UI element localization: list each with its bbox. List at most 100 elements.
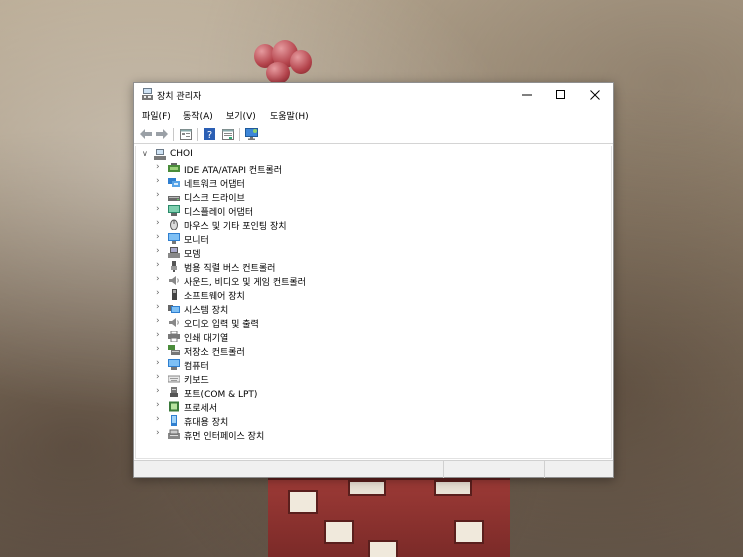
menu-action[interactable]: 동작(A) (183, 109, 213, 122)
printer-icon (168, 331, 180, 342)
back-button[interactable] (138, 127, 153, 141)
tree-item-system-devices[interactable]: › 시스템 장치 (136, 302, 536, 316)
toolbar-separator (239, 128, 240, 141)
chevron-right-icon[interactable]: › (156, 246, 160, 256)
chevron-right-icon[interactable]: › (156, 316, 160, 326)
speaker-icon (169, 276, 179, 285)
menu-view[interactable]: 보기(V) (226, 109, 256, 122)
tree-root-computer[interactable]: ∨ CHOI (136, 148, 336, 161)
chevron-right-icon[interactable]: › (156, 190, 160, 200)
chevron-right-icon[interactable]: › (156, 372, 160, 382)
close-button[interactable] (578, 83, 612, 106)
properties-button[interactable] (178, 127, 193, 141)
tree-item-audio-io[interactable]: › 오디오 입력 및 출력 (136, 316, 536, 330)
hid-icon (168, 429, 180, 439)
tree-item-label: 인쇄 대기열 (184, 334, 229, 344)
port-icon (170, 387, 178, 397)
chevron-right-icon[interactable]: › (156, 386, 160, 396)
tree-root-label: CHOI (170, 149, 193, 159)
disk-drive-icon (168, 196, 180, 201)
chevron-right-icon[interactable]: › (156, 218, 160, 228)
tree-item-monitors[interactable]: › 모니터 (136, 232, 536, 246)
tree-item-hid[interactable]: › 휴먼 인터페이스 장치 (136, 428, 536, 442)
device-manager-app-icon (142, 88, 153, 100)
tree-item-label: 디스크 드라이브 (184, 194, 245, 204)
tree-item-computer[interactable]: › 컴퓨터 (136, 358, 536, 372)
chevron-right-icon[interactable]: › (156, 260, 160, 270)
tree-item-label: 마우스 및 기타 포인팅 장치 (184, 222, 287, 232)
tree-item-disk-drives[interactable]: › 디스크 드라이브 (136, 190, 536, 204)
software-device-icon (172, 289, 177, 300)
system-device-icon (168, 305, 180, 313)
tree-item-processors[interactable]: › 프로세서 (136, 400, 536, 414)
processor-icon (169, 401, 179, 412)
toolbar: ? (134, 125, 613, 144)
forward-button[interactable] (154, 127, 169, 141)
chevron-right-icon[interactable]: › (156, 330, 160, 340)
menu-help[interactable]: 도움말(H) (270, 109, 309, 122)
toolbar-separator (173, 128, 174, 141)
tree-item-label: 키보드 (184, 376, 209, 386)
chevron-right-icon[interactable]: › (156, 232, 160, 242)
tree-item-label: 사운드, 비디오 및 게임 컨트롤러 (184, 278, 306, 288)
tree-item-print-queues[interactable]: › 인쇄 대기열 (136, 330, 536, 344)
chevron-right-icon[interactable]: › (156, 204, 160, 214)
device-manager-window: 장치 관리자 파일(F) 동작(A) 보기(V) 도움말(H) ? ∨ CHOI… (133, 82, 614, 478)
portable-device-icon (171, 415, 177, 426)
tree-item-usb-controllers[interactable]: › 범용 직렬 버스 컨트롤러 (136, 260, 536, 274)
window-title: 장치 관리자 (157, 92, 202, 102)
tree-item-ports[interactable]: › 포트(COM & LPT) (136, 386, 536, 400)
scan-hardware-button[interactable] (244, 127, 259, 141)
display-adapter-icon (168, 205, 180, 216)
toolbar-separator (197, 128, 198, 141)
tree-item-mice[interactable]: › 마우스 및 기타 포인팅 장치 (136, 218, 536, 232)
tree-item-label: 네트워크 어댑터 (184, 180, 245, 190)
maximize-button[interactable] (544, 83, 578, 106)
chevron-right-icon[interactable]: › (156, 414, 160, 424)
chevron-right-icon[interactable]: › (156, 176, 160, 186)
tree-item-label: 휴먼 인터페이스 장치 (184, 432, 265, 442)
minimize-button[interactable] (510, 83, 544, 106)
chevron-right-icon[interactable]: › (156, 358, 160, 368)
chevron-right-icon[interactable]: › (156, 302, 160, 312)
tree-item-portable-devices[interactable]: › 휴대용 장치 (136, 414, 536, 428)
title-bar[interactable]: 장치 관리자 (134, 83, 613, 106)
minimize-icon (522, 94, 532, 95)
scan-hardware-icon (245, 128, 258, 140)
chevron-right-icon[interactable]: › (156, 344, 160, 354)
details-button[interactable] (220, 127, 235, 141)
tree-item-label: 휴대용 장치 (184, 418, 229, 428)
tree-item-keyboards[interactable]: › 키보드 (136, 372, 536, 386)
tree-item-network-adapters[interactable]: › 네트워크 어댑터 (136, 176, 536, 190)
tree-item-modems[interactable]: › 모뎀 (136, 246, 536, 260)
menu-bar: 파일(F) 동작(A) 보기(V) 도움말(H) (134, 107, 613, 124)
tree-item-label: 프로세서 (184, 404, 218, 414)
tree-item-display-adapters[interactable]: › 디스플레이 어댑터 (136, 204, 536, 218)
back-icon (139, 129, 152, 139)
help-button[interactable]: ? (202, 127, 217, 141)
tree-item-software-devices[interactable]: › 소프트웨어 장치 (136, 288, 536, 302)
chevron-right-icon[interactable]: › (156, 274, 160, 284)
chevron-right-icon[interactable]: › (156, 428, 160, 438)
keyboard-icon (168, 375, 180, 383)
mouse-icon (170, 219, 178, 230)
tree-item-label: 모니터 (184, 236, 209, 246)
tree-item-label: 디스플레이 어댑터 (184, 208, 254, 218)
audio-icon (169, 318, 179, 327)
tree-item-ide-controller[interactable]: › IDE ATA/ATAPI 컨트롤러 (136, 162, 536, 176)
chevron-right-icon[interactable]: › (156, 162, 160, 172)
status-bar-divider (443, 461, 444, 478)
chevron-right-icon[interactable]: › (156, 400, 160, 410)
properties-icon (179, 128, 192, 140)
device-tree[interactable]: ∨ CHOI › IDE ATA/ATAPI 컨트롤러 › 네트워크 어댑터 ›… (135, 146, 612, 459)
tree-item-storage-controllers[interactable]: › 저장소 컨트롤러 (136, 344, 536, 358)
chevron-down-icon[interactable]: ∨ (142, 149, 148, 158)
chevron-right-icon[interactable]: › (156, 288, 160, 298)
menu-file[interactable]: 파일(F) (142, 109, 171, 122)
tree-item-label: 소프트웨어 장치 (184, 292, 245, 302)
tree-item-label: 포트(COM & LPT) (184, 390, 258, 400)
maximize-icon (556, 89, 565, 99)
status-bar-divider (544, 461, 545, 478)
tree-item-label: 오디오 입력 및 출력 (184, 320, 259, 330)
tree-item-sound-video-game[interactable]: › 사운드, 비디오 및 게임 컨트롤러 (136, 274, 536, 288)
